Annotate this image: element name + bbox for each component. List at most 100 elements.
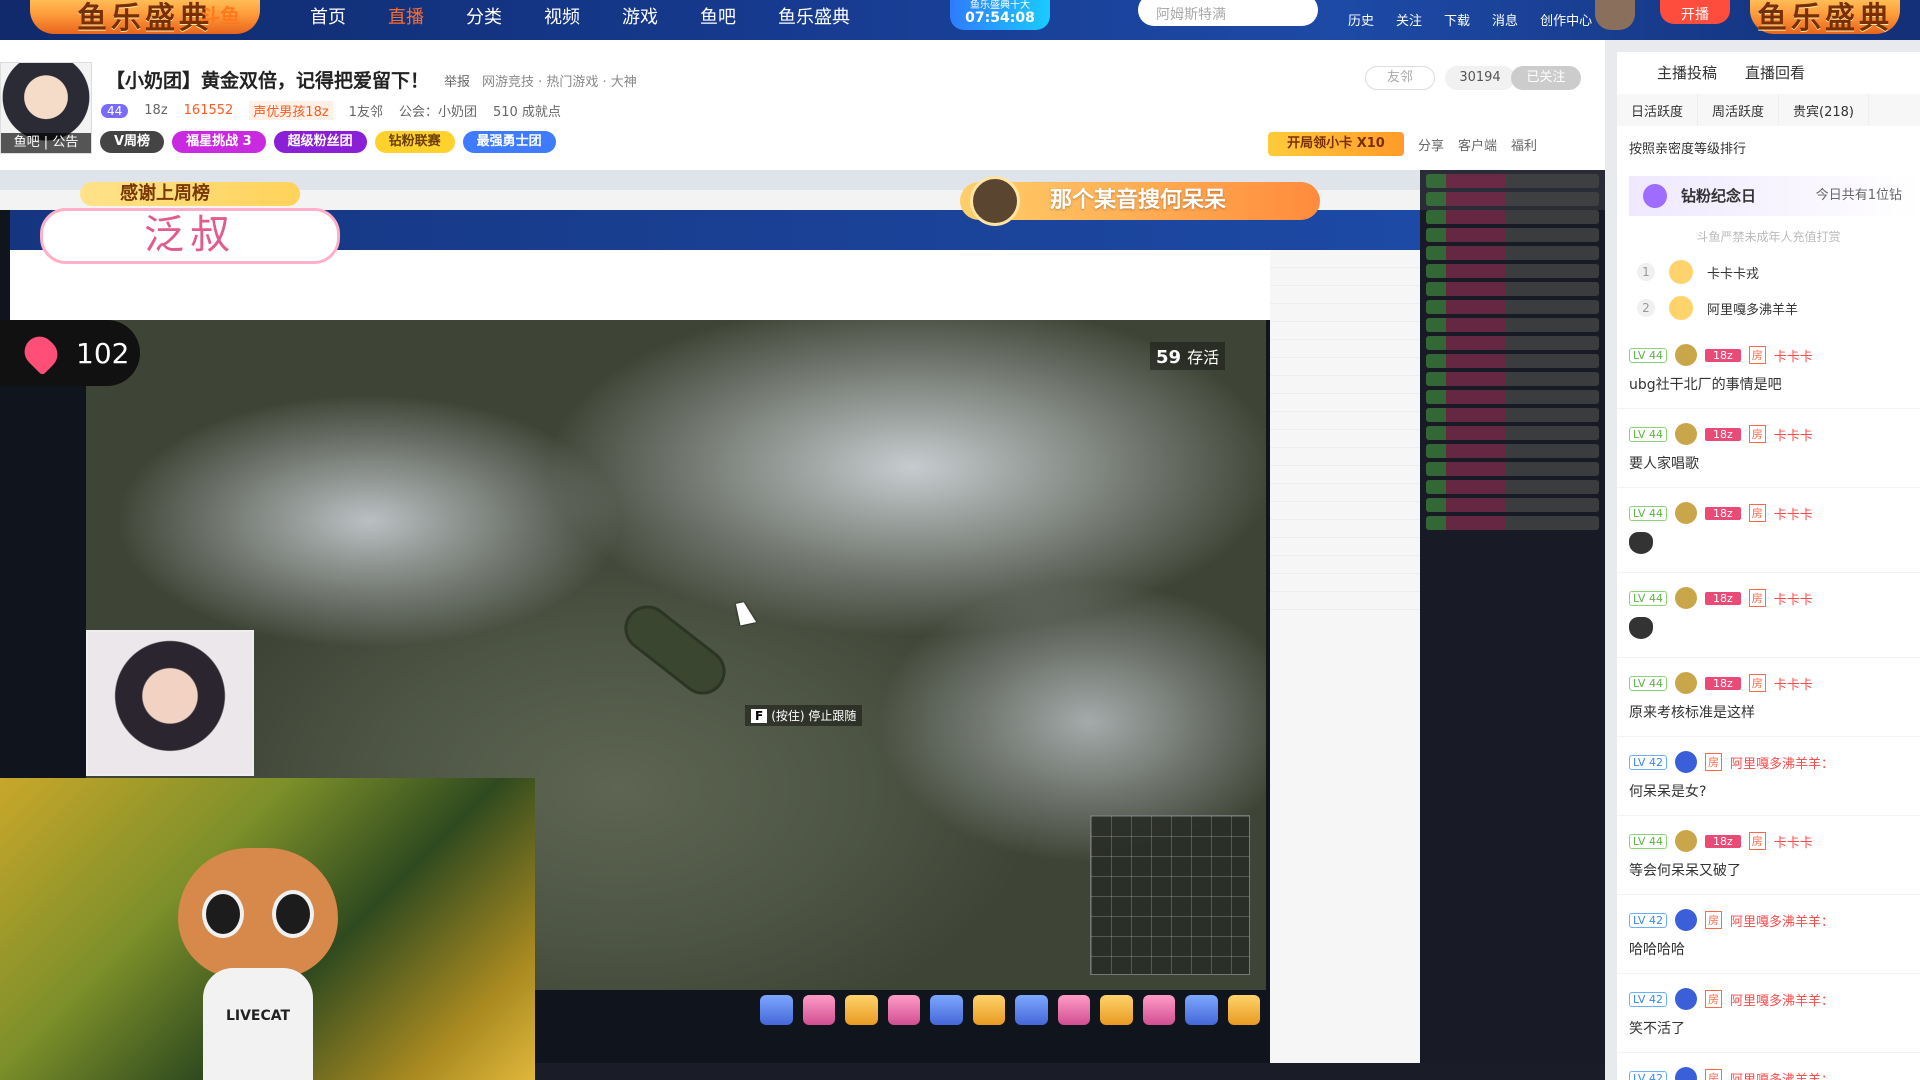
chat-message[interactable]: LV 42 房阿里嘎多沸羊羊： 哈哈哈哈 [1617, 895, 1920, 974]
user-level: LV 44 [1629, 426, 1667, 442]
diamond-icon [1643, 184, 1667, 208]
fan-badge[interactable]: 18z [1704, 834, 1741, 848]
subtab-vip[interactable]: 贵宾(218) [1779, 94, 1869, 126]
chat-username[interactable]: 卡卡卡 [1774, 832, 1813, 851]
user-level: LV 44 [1629, 347, 1667, 363]
chat-message[interactable]: LV 42 房阿里嘎多沸羊羊： 何呆呆是女? [1617, 737, 1920, 816]
room-admin-icon: 房 [1704, 1069, 1722, 1080]
fan-medal-icon[interactable] [1674, 423, 1697, 445]
fan-badge[interactable]: 18z [1704, 348, 1741, 362]
chat-username[interactable]: 阿里嘎多沸羊羊： [1730, 911, 1834, 930]
creator-center-button[interactable]: 创作中心 [1540, 0, 1592, 29]
chat-message[interactable]: LV 44 18z 房卡卡卡 ubg社干北厂的事情是吧 [1617, 330, 1920, 409]
chat-message[interactable]: LV 44 18z 房卡卡卡 等会何呆呆又破了 [1617, 816, 1920, 895]
user-level: LV 44 [1629, 590, 1667, 606]
card-reward-button[interactable]: 开局领小卡 X10 [1268, 132, 1404, 156]
nav-link-category[interactable]: 分类 [466, 3, 502, 29]
room-admin-icon: 房 [1704, 911, 1722, 929]
followed-button[interactable]: 已关注 [1511, 66, 1581, 90]
fan-medal-icon[interactable] [1674, 909, 1697, 931]
chat-username[interactable]: 卡卡卡 [1774, 425, 1813, 444]
fan-badge[interactable]: 18z [1704, 506, 1741, 520]
subtab-daily[interactable]: 日活跃度 [1617, 94, 1699, 126]
history-button[interactable]: 历史 [1348, 0, 1374, 29]
fan-badge[interactable]: 18z [1704, 676, 1741, 690]
friends-count[interactable]: 1友邻 [349, 101, 383, 120]
chat-username[interactable]: 卡卡卡 [1774, 504, 1813, 523]
follower-count: 30194 [1445, 66, 1515, 90]
chat-username[interactable]: 阿里嘎多沸羊羊： [1730, 1069, 1834, 1080]
chat-list[interactable]: LV 44 18z 房卡卡卡 ubg社干北厂的事情是吧 LV 44 18z 房卡卡卡 要人家唱… [1617, 330, 1920, 1080]
stream-player[interactable]: F (按住) 停止跟随 59 存活 那个某音搜何呆呆 感谢上周榜 泛叔 102 LI… [0, 170, 1605, 1080]
chat-message[interactable]: LV 44 18z 房卡卡卡 [1617, 573, 1920, 658]
search-input[interactable]: 阿姆斯特满 [1138, 0, 1318, 26]
fan-medal-icon[interactable] [1674, 751, 1697, 773]
chip-super-fans[interactable]: 超级粉丝团 [273, 131, 367, 153]
chat-username[interactable]: 卡卡卡 [1774, 589, 1813, 608]
douyu-logo[interactable]: 斗鱼 [200, 0, 240, 29]
subtab-weekly[interactable]: 周活跃度 [1698, 94, 1780, 126]
chip-lucky-challenge[interactable]: 福星挑战 3 [172, 131, 266, 153]
nav-link-live[interactable]: 直播 [388, 3, 424, 29]
nav-link-festival[interactable]: 鱼乐盛典 [778, 3, 850, 29]
chat-message[interactable]: LV 44 18z 房卡卡卡 原来考核标准是这样 [1617, 658, 1920, 737]
welfare-button[interactable]: 福利 [1511, 135, 1537, 154]
follow-list-button[interactable]: 关注 [1396, 0, 1422, 29]
tab-host-posts[interactable]: 主播投稿 [1657, 62, 1717, 83]
fan-medal-icon[interactable] [1674, 672, 1697, 694]
fan-medal-icon[interactable] [1674, 830, 1697, 852]
diamond-anniversary[interactable]: 钻粉纪念日 今日共有1位钻 [1629, 176, 1920, 216]
festival-timer[interactable]: 鱼乐盛典十大 07:54:08 [950, 0, 1050, 30]
fan-medal-icon[interactable] [1674, 587, 1697, 609]
chip-weekly-rank[interactable]: V周榜 [100, 131, 165, 153]
chat-message[interactable]: LV 42房阿里嘎多沸羊羊：那个某音呆呆 [1617, 1053, 1920, 1080]
rank-number: 2 [1637, 299, 1655, 317]
chip-warrior-group[interactable]: 最强勇士团 [462, 131, 556, 153]
chat-message[interactable]: LV 42 房阿里嘎多沸羊羊： 笑不活了 [1617, 974, 1920, 1053]
friend-button[interactable]: 友邻 [1365, 66, 1435, 90]
festival-logo-right[interactable]: 鱼乐盛典 [1750, 0, 1900, 36]
start-stream-button[interactable]: 开播 [1660, 0, 1730, 24]
fan-medal-icon[interactable] [1674, 1067, 1697, 1080]
download-button[interactable]: 下载 [1444, 0, 1470, 29]
cat-eye-right [272, 890, 314, 938]
chat-username[interactable]: 阿里嘎多沸羊羊： [1730, 753, 1834, 772]
user-avatar[interactable] [1595, 0, 1635, 30]
fan-badge[interactable]: 18z [1704, 427, 1741, 441]
nav-link-video[interactable]: 视频 [544, 3, 580, 29]
chat-meta: LV 44 18z 房卡卡卡 [1629, 587, 1910, 609]
rank-row[interactable]: 1 卡卡卡戎 [1637, 258, 1759, 286]
chat-message[interactable]: LV 44 18z 房卡卡卡 要人家唱歌 [1617, 409, 1920, 488]
guild-label[interactable]: 公会：小奶团 [399, 101, 477, 120]
fan-medal-icon[interactable] [1674, 344, 1697, 366]
report-link[interactable]: 举报 [444, 71, 470, 90]
achievement-points[interactable]: 510 成就点 [493, 101, 561, 120]
client-button[interactable]: 客户端 [1458, 135, 1497, 154]
f-key: F [751, 709, 768, 723]
share-button[interactable]: 分享 [1418, 135, 1444, 154]
chat-username[interactable]: 阿里嘎多沸羊羊： [1730, 990, 1834, 1009]
chat-text: 哈哈哈哈 [1629, 942, 1685, 958]
room-categories[interactable]: 网游竞技 · 热门游戏 · 大神 [482, 71, 637, 90]
host-avatar[interactable]: 鱼吧 | 公告 [0, 62, 92, 154]
avatar-bar[interactable]: 鱼吧 | 公告 [1, 133, 91, 153]
nav-link-games[interactable]: 游戏 [622, 3, 658, 29]
fan-medal-icon[interactable] [1674, 502, 1697, 524]
nav-link-yuba[interactable]: 鱼吧 [700, 3, 736, 29]
chat-message[interactable]: LV 44 18z 房卡卡卡 [1617, 488, 1920, 573]
messages-button[interactable]: 消息 [1492, 0, 1518, 29]
floating-banner[interactable]: 那个某音搜何呆呆 [960, 176, 1320, 226]
heart-counter[interactable]: 102 [0, 320, 140, 386]
chat-username[interactable]: 卡卡卡 [1774, 346, 1813, 365]
rank-row[interactable]: 2 阿里嘎多沸羊羊 [1637, 294, 1798, 322]
chat-username[interactable]: 卡卡卡 [1774, 674, 1813, 693]
chip-diamond-league[interactable]: 钻粉联赛 [374, 131, 455, 153]
fan-badge[interactable]: 18z [1704, 591, 1741, 605]
voice-tag[interactable]: 声优男孩18z [249, 101, 333, 120]
nav-link-home[interactable]: 首页 [310, 3, 346, 29]
tab-replay[interactable]: 直播回看 [1745, 62, 1805, 83]
game-minimap [1090, 815, 1250, 975]
chat-meta: LV 42 房阿里嘎多沸羊羊： [1629, 909, 1910, 931]
fan-medal-icon[interactable] [1674, 988, 1697, 1010]
room-admin-icon: 房 [1704, 753, 1722, 771]
